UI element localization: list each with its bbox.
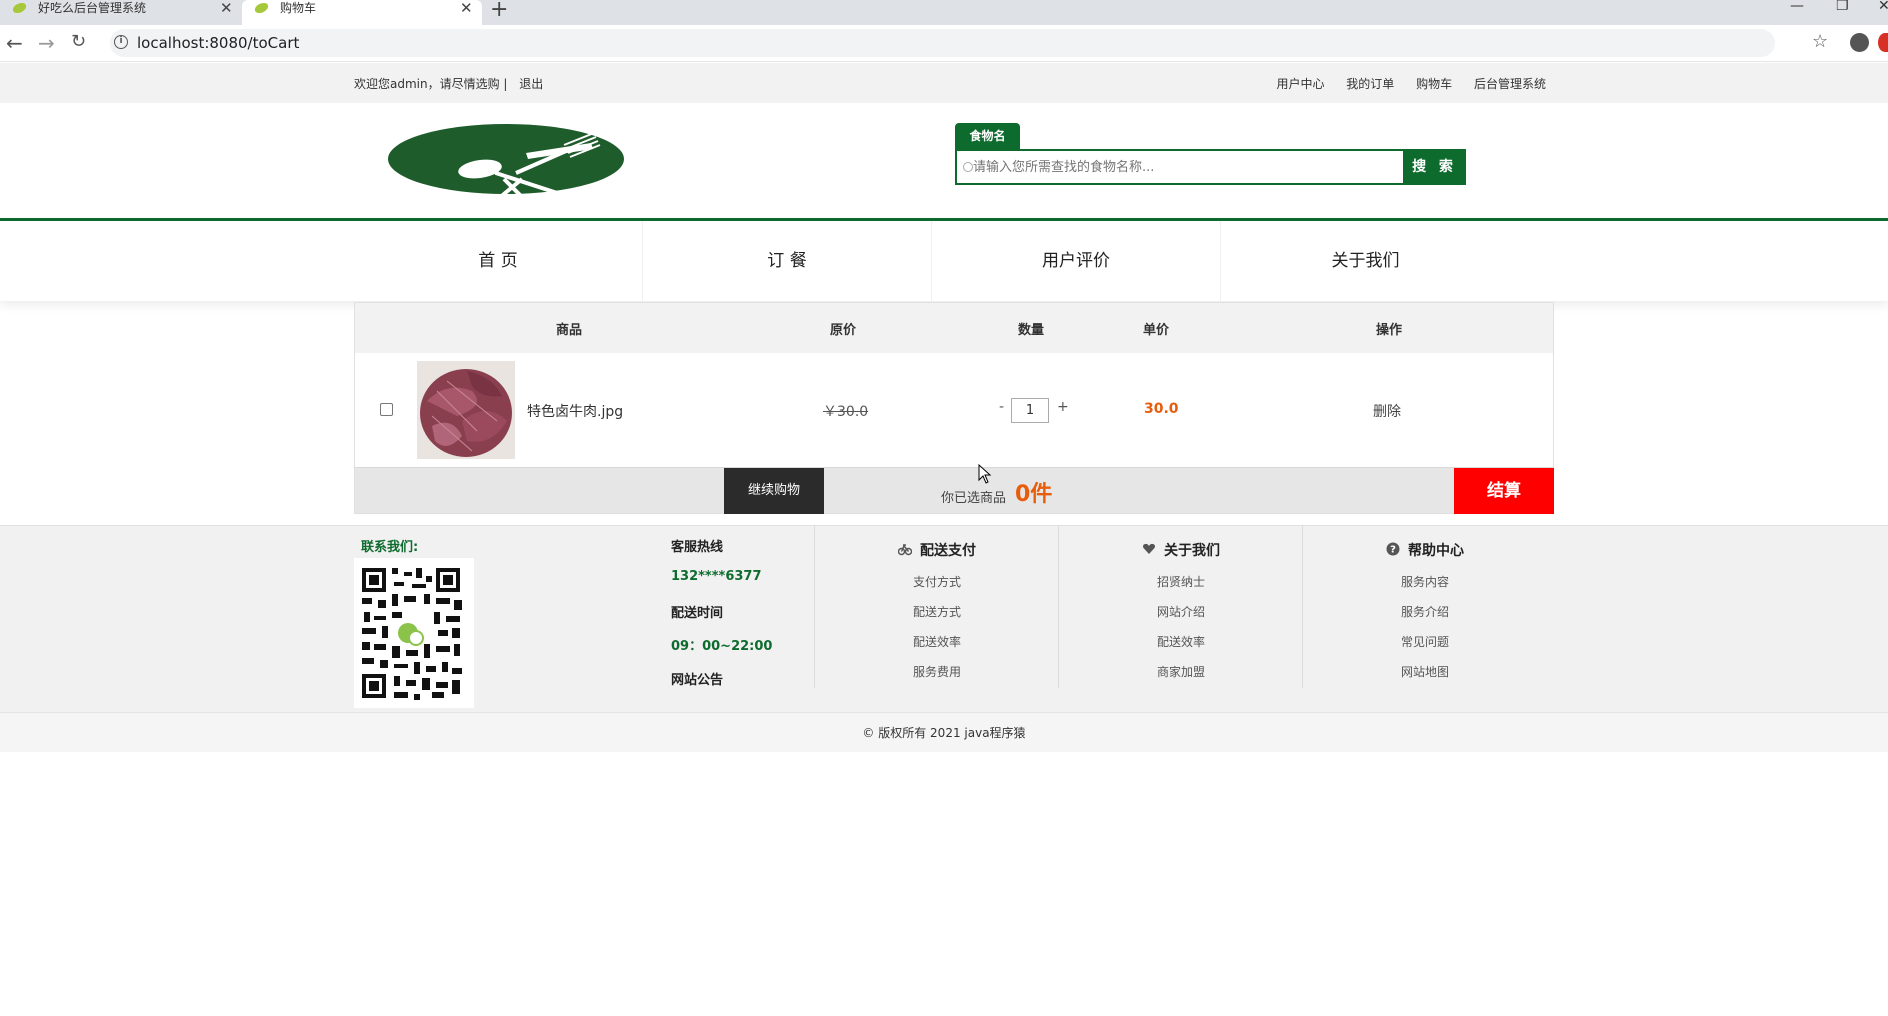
original-price: ￥30.0 (823, 404, 869, 420)
quantity-decrease-button[interactable]: - (999, 399, 1004, 415)
col-action: 操作 (1376, 323, 1403, 338)
tab-title: 购物车 (280, 1, 317, 15)
search-icon (963, 162, 973, 172)
browser-tab-admin[interactable]: 好吃么后台管理系统 ✕ (0, 0, 240, 25)
url-field[interactable]: i localhost:8080/toCart (110, 29, 1775, 57)
back-icon[interactable]: ← (6, 31, 23, 55)
quantity-input[interactable]: 1 (1011, 398, 1049, 423)
quantity-increase-button[interactable]: + (1057, 399, 1069, 415)
footer-link[interactable]: 网站介绍 (1059, 603, 1303, 620)
welcome-text: 欢迎您admin，请尽情选购 | (354, 77, 508, 91)
copyright-bar: © 版权所有 2021 java程序猿 (0, 712, 1888, 752)
product-name[interactable]: 特色卤牛肉.jpg (527, 401, 623, 421)
footer-link[interactable]: 招贤纳士 (1059, 573, 1303, 590)
hotline-label: 客服热线 (671, 540, 724, 555)
main-nav: 首 页 订 餐 用户评价 关于我们 (0, 221, 1888, 301)
site-notice-link[interactable]: 网站公告 (671, 669, 723, 688)
svg-text:?: ? (1390, 545, 1396, 556)
footer-link[interactable]: 服务内容 (1303, 573, 1547, 590)
col-original-price: 原价 (830, 323, 857, 338)
browser-tab-cart[interactable]: 购物车 ✕ (242, 0, 482, 25)
footer-col-delivery: 配送支付 支付方式 配送方式 配送效率 服务费用 (814, 526, 1058, 688)
mouse-cursor-icon (978, 464, 992, 484)
browser-tab-bar: 好吃么后台管理系统 ✕ 购物车 ✕ + — ❐ ✕ (0, 0, 1888, 25)
top-links: 用户中心 我的订单 购物车 后台管理系统 (1258, 75, 1546, 92)
search-box (955, 149, 1405, 185)
footer-link[interactable]: 常见问题 (1303, 633, 1547, 650)
footer-col-title: 帮助中心 (1408, 543, 1464, 559)
cart-table: 商品 原价 数量 单价 操作 特色卤牛肉.jpg ￥30.0 - 1 + 30.… (354, 302, 1554, 514)
profile-icon[interactable] (1850, 33, 1869, 52)
close-icon[interactable]: ✕ (220, 0, 233, 17)
tab-title: 好吃么后台管理系统 (38, 1, 147, 15)
cart-link[interactable]: 购物车 (1416, 77, 1452, 91)
delivery-time: 09：00~22:00 (671, 639, 773, 654)
footer-link[interactable]: 服务费用 (815, 663, 1059, 680)
item-checkbox[interactable] (380, 403, 393, 416)
reload-icon[interactable]: ↻ (71, 31, 86, 52)
site-header: 食物名 搜 索 (0, 103, 1888, 219)
cart-footer: 继续购物 你已选商品 0件 结算 (355, 467, 1554, 514)
checkout-button[interactable]: 结算 (1454, 468, 1554, 514)
my-orders-link[interactable]: 我的订单 (1346, 77, 1394, 91)
footer-link[interactable]: 配送效率 (815, 633, 1059, 650)
question-icon: ? (1386, 542, 1400, 556)
browser-address-bar: ← → ↻ i localhost:8080/toCart ☆ (0, 25, 1888, 62)
nav-about[interactable]: 关于我们 (1221, 221, 1510, 301)
site-logo[interactable] (386, 123, 626, 199)
heart-icon (1143, 543, 1155, 554)
bookmark-star-icon[interactable]: ☆ (1812, 31, 1828, 52)
close-icon[interactable]: ✕ (460, 0, 473, 17)
footer-col-about: 关于我们 招贤纳士 网站介绍 配送效率 商家加盟 (1058, 526, 1302, 688)
user-center-link[interactable]: 用户中心 (1276, 77, 1324, 91)
new-tab-icon[interactable]: + (490, 0, 508, 22)
delete-button[interactable]: 删除 (1373, 401, 1401, 421)
search-input[interactable] (973, 156, 1393, 178)
footer-link[interactable]: 支付方式 (815, 573, 1059, 590)
admin-link[interactable]: 后台管理系统 (1474, 77, 1546, 91)
footer-link[interactable]: 网站地图 (1303, 663, 1547, 680)
footer-col-help: ? 帮助中心 服务内容 服务介绍 常见问题 网站地图 (1302, 526, 1546, 688)
footer-col-title: 配送支付 (920, 543, 976, 559)
nav-home[interactable]: 首 页 (354, 221, 643, 301)
search-category-tab[interactable]: 食物名 (955, 123, 1020, 149)
unit-price: 30.0 (1144, 401, 1179, 417)
nav-reviews[interactable]: 用户评价 (932, 221, 1221, 301)
bicycle-icon (898, 544, 912, 556)
search-button[interactable]: 搜 索 (1403, 149, 1466, 185)
footer-link[interactable]: 配送效率 (1059, 633, 1303, 650)
table-row: 特色卤牛肉.jpg ￥30.0 - 1 + 30.0 删除 (355, 353, 1553, 467)
site-footer: 联系我们: 客服热线 132****6377 配送时间 09：00~22:00 … (0, 525, 1888, 712)
restore-icon[interactable]: ❐ (1836, 0, 1849, 14)
col-quantity: 数量 (1018, 323, 1045, 338)
col-unit-price: 单价 (1143, 323, 1170, 338)
extension-icon[interactable] (1878, 33, 1888, 52)
cart-header-row: 商品 原价 数量 单价 操作 (355, 303, 1553, 353)
url-text: localhost:8080/toCart (137, 34, 300, 52)
contact-label: 联系我们: (361, 540, 419, 555)
footer-col-title: 关于我们 (1164, 543, 1220, 559)
footer-link[interactable]: 配送方式 (815, 603, 1059, 620)
continue-shopping-button[interactable]: 继续购物 (724, 468, 824, 514)
leaf-icon (12, 2, 27, 14)
nav-order[interactable]: 订 餐 (643, 221, 932, 301)
qr-code-image (354, 558, 474, 708)
info-icon[interactable]: i (114, 35, 128, 49)
selected-items-count: 0件 (1015, 482, 1053, 507)
delivery-time-label: 配送时间 (671, 606, 724, 621)
minimize-icon[interactable]: — (1790, 0, 1804, 14)
site-top-bar: 欢迎您admin，请尽情选购 | 退出 用户中心 我的订单 购物车 后台管理系统 (0, 63, 1888, 103)
hotline-number: 132****6377 (671, 569, 762, 584)
logout-link[interactable]: 退出 (519, 77, 543, 91)
footer-link[interactable]: 服务介绍 (1303, 603, 1547, 620)
forward-icon[interactable]: → (38, 31, 55, 55)
leaf-icon (254, 2, 269, 14)
close-window-icon[interactable]: ✕ (1878, 0, 1888, 14)
product-image[interactable] (417, 361, 515, 459)
selected-items-label: 你已选商品 (941, 491, 1007, 506)
footer-link[interactable]: 商家加盟 (1059, 663, 1303, 680)
col-product: 商品 (556, 323, 583, 338)
welcome-area: 欢迎您admin，请尽情选购 | 退出 (354, 75, 543, 92)
